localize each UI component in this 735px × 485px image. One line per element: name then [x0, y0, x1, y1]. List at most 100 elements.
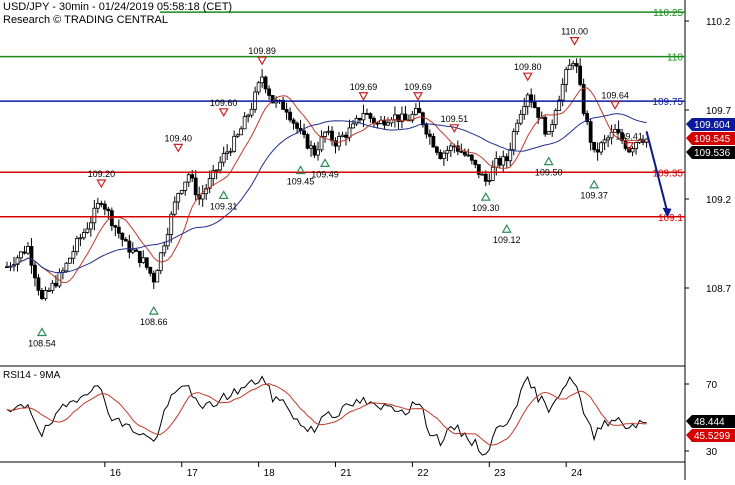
annotation-label-15: 109.50 [535, 168, 563, 178]
candle-body [134, 249, 139, 252]
resistance-marker-14 [522, 72, 533, 82]
candle-body [574, 63, 579, 67]
annotation-label-10: 109.69 [404, 82, 432, 92]
candle-body [249, 108, 254, 116]
annotation-label-17: 109.37 [580, 191, 608, 201]
candle-body [448, 145, 453, 151]
candle-body [67, 257, 72, 264]
candle-body [536, 107, 541, 118]
resistance-marker-1 [96, 179, 107, 189]
rsi-badge-label-0: 48.444 [694, 417, 725, 428]
candle-body [595, 149, 600, 153]
rsi-tick-label-1: 30 [706, 447, 718, 458]
price-tick-label-3: 108.7 [706, 284, 731, 295]
x-tick-label-6: 24 [571, 468, 583, 479]
candle-body [148, 266, 153, 274]
candle-body [438, 151, 443, 160]
candle-body [403, 113, 408, 121]
candle-body [543, 116, 548, 135]
resistance-marker-18 [610, 101, 621, 110]
candle-body [144, 257, 149, 268]
candle-body [316, 149, 320, 156]
candle-body [200, 193, 205, 200]
candle-body [494, 158, 499, 168]
candle-body [141, 257, 146, 263]
candle-body [630, 148, 635, 153]
candle-body [123, 238, 128, 242]
candle-body [466, 154, 471, 157]
level-label-0: 110.25 [653, 8, 683, 19]
candle-body [127, 240, 132, 253]
candle-body [102, 203, 107, 210]
candle-body [267, 88, 272, 96]
candle-body [441, 152, 446, 160]
ma-slow-line [6, 113, 647, 274]
candle-body [309, 145, 313, 149]
price-tick-label-2: 109.2 [706, 195, 731, 206]
candle-body [546, 130, 551, 135]
annotation-label-0: 108.54 [28, 338, 56, 348]
candle-body [487, 180, 492, 182]
annotation-label-8: 109.49 [311, 169, 339, 179]
annotation-label-4: 109.31 [210, 201, 238, 211]
candle-body [95, 203, 100, 209]
candle-body [50, 282, 55, 291]
candle-body [225, 151, 230, 155]
annotation-label-1: 109.20 [88, 169, 116, 179]
annotation-label-19: 109.41 [615, 132, 643, 142]
candle-body [606, 137, 611, 141]
candle-body [193, 177, 198, 196]
candle-body [571, 63, 576, 66]
annotation-label-2: 108.66 [140, 317, 168, 327]
support-marker-17 [589, 179, 600, 189]
candle-body [288, 111, 292, 121]
candle-body [417, 108, 422, 114]
candle-body [445, 150, 450, 154]
candle-body [511, 131, 516, 151]
candle-body [81, 232, 86, 239]
candle-body [47, 290, 51, 292]
candle-body [375, 122, 380, 125]
candle-body [64, 262, 69, 272]
resistance-marker-10 [412, 92, 424, 101]
x-tick-label-4: 22 [417, 468, 429, 479]
candle-body [221, 153, 226, 163]
x-tick-label-0: 16 [110, 468, 122, 479]
candle-body [326, 130, 331, 133]
candle-body [263, 76, 268, 90]
candle-body [518, 113, 523, 124]
candle-body [176, 192, 181, 203]
candle-body [106, 208, 111, 212]
candle-body [155, 270, 160, 283]
candle-body [305, 134, 310, 149]
annotation-label-16: 110.00 [561, 27, 588, 37]
x-tick-label-2: 18 [264, 468, 276, 479]
candle-body [588, 121, 593, 143]
candle-body [78, 237, 83, 240]
candle-body [424, 124, 429, 135]
candle-body [33, 264, 37, 279]
candle-body [550, 124, 555, 132]
candle-body [260, 76, 265, 84]
candle-body [564, 69, 569, 85]
support-marker-0 [36, 327, 47, 337]
chart-symbol-title: USD/JPY - 30min - 01/24/2019 05:58:18 (C… [3, 1, 233, 13]
candle-body [473, 159, 478, 165]
level-label-4: 109.1 [658, 213, 683, 224]
candle-body [497, 158, 502, 166]
annotation-label-6: 109.89 [248, 46, 276, 56]
annotation-label-7: 109.45 [287, 177, 315, 187]
candle-body [337, 136, 341, 147]
candle-body [420, 112, 425, 126]
candle-body [508, 149, 513, 162]
candle-body [602, 139, 607, 144]
research-credit: Research © TRADING CENTRAL [3, 14, 168, 26]
resistance-marker-16 [569, 37, 580, 46]
candle-body [354, 117, 359, 125]
candle-body [151, 272, 156, 283]
candle-body [26, 246, 30, 254]
candle-body [99, 203, 104, 205]
candle-body [323, 131, 327, 137]
candle-body [19, 251, 23, 259]
candle-body [413, 108, 418, 115]
